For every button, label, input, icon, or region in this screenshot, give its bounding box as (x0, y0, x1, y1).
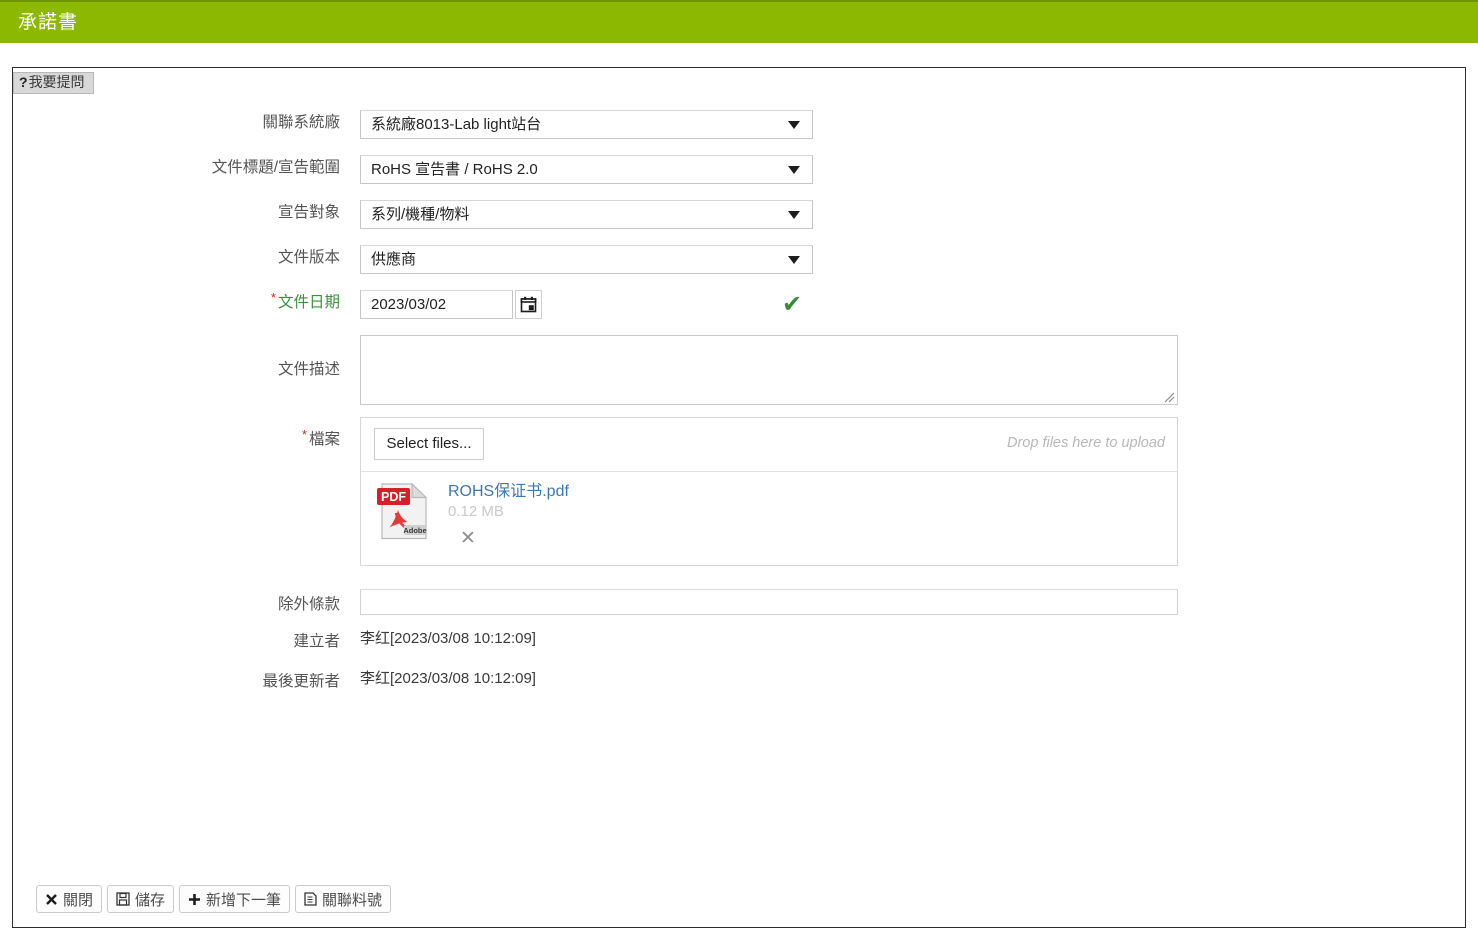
file-upload-header: Select files... Drop files here to uploa… (361, 418, 1177, 472)
page-title: 承諾書 (18, 12, 79, 33)
select-declaration-target-value: 系列/機種/物料 (371, 206, 470, 223)
form-row-related-system-factory: 關聯系統廠 系統廠8013-Lab light站台 (0, 110, 1454, 155)
drop-files-hint: Drop files here to upload (1007, 435, 1165, 451)
document-date-input[interactable]: 2023/03/02 (360, 290, 513, 319)
file-upload-area[interactable]: Select files... Drop files here to uploa… (360, 417, 1178, 566)
resize-grip-icon[interactable] (1163, 391, 1175, 403)
list-item: PDF Adobe ROHS保证书.pdf 0.12 MB ✕ (374, 480, 569, 548)
form-row-file-upload: * 檔案 Select files... Drop files here to u… (0, 417, 1454, 589)
label-declaration-target: 宣告對象 (277, 204, 340, 221)
form-row-document-title-scope: 文件標題/宣告範圍 RoHS 宣告書 / RoHS 2.0 (0, 155, 1454, 200)
add-next-button-label: 新增下一筆 (206, 891, 282, 909)
required-marker: * (301, 427, 307, 442)
svg-text:Adobe: Adobe (403, 526, 426, 535)
chevron-down-icon (788, 255, 800, 264)
label-document-date: * 文件日期 (0, 290, 360, 312)
select-files-button[interactable]: Select files... (374, 428, 484, 460)
file-size-text: 0.12 MB (448, 503, 504, 520)
label-related-system-factory: 關聯系統廠 (262, 114, 340, 131)
chevron-down-icon (788, 120, 800, 129)
select-document-title-scope[interactable]: RoHS 宣告書 / RoHS 2.0 (360, 155, 813, 184)
date-valid-check-icon: ✔ (782, 290, 803, 318)
select-document-title-scope-value: RoHS 宣告書 / RoHS 2.0 (371, 161, 538, 178)
file-meta: ROHS保证书.pdf 0.12 MB ✕ (448, 480, 569, 548)
close-button[interactable]: 關閉 (36, 885, 103, 913)
label-last-updated-by: 最後更新者 (262, 673, 340, 690)
label-document-title-scope: 文件標題/宣告範圍 (211, 159, 340, 176)
ask-question-tab[interactable]: ? 我要提問 (13, 72, 94, 94)
pdf-file-icon: PDF Adobe (377, 482, 428, 540)
label-file-text: 檔案 (308, 431, 340, 448)
close-x-icon (45, 893, 58, 906)
question-mark-icon: ? (19, 74, 28, 90)
required-marker: * (270, 290, 276, 305)
svg-text:PDF: PDF (381, 490, 406, 504)
form-row-created-by: 建立者 李红[2023/03/08 10:12:09] (0, 629, 1454, 669)
calendar-icon (520, 296, 537, 313)
app-title-bar: 承諾書 (0, 0, 1478, 43)
label-document-version: 文件版本 (277, 249, 340, 266)
chevron-down-icon (788, 165, 800, 174)
last-updated-by-value: 李红[2023/03/08 10:12:09] (360, 670, 536, 687)
form-row-exclusion-clause: 除外條款 (0, 589, 1454, 629)
document-description-textarea[interactable] (360, 335, 1178, 405)
select-document-version-value: 供應商 (371, 251, 417, 268)
form-row-last-updated-by: 最後更新者 李红[2023/03/08 10:12:09] (0, 669, 1454, 709)
select-related-system-factory[interactable]: 系統廠8013-Lab light站台 (360, 110, 813, 139)
form-row-document-version: 文件版本 供應商 (0, 245, 1454, 290)
label-exclusion-clause: 除外條款 (277, 596, 340, 613)
calendar-icon-button[interactable] (515, 290, 542, 319)
label-created-by: 建立者 (293, 633, 340, 650)
file-name-link[interactable]: ROHS保证书.pdf (448, 482, 569, 501)
chevron-down-icon (788, 210, 800, 219)
plus-icon (188, 893, 201, 906)
file-upload-list: PDF Adobe ROHS保证书.pdf 0.12 MB ✕ (361, 472, 1177, 565)
select-document-version[interactable]: 供應商 (360, 245, 813, 274)
document-date-control: 2023/03/02 ✔ (360, 290, 802, 319)
created-by-value: 李红[2023/03/08 10:12:09] (360, 630, 536, 647)
form-row-declaration-target: 宣告對象 系列/機種/物料 (0, 200, 1454, 245)
label-document-date-text: 文件日期 (277, 294, 340, 311)
document-icon (304, 892, 317, 906)
label-document-description: 文件描述 (277, 361, 340, 378)
label-file: * 檔案 (0, 417, 360, 449)
save-button[interactable]: 儲存 (107, 885, 175, 913)
related-part-number-button-label: 關聯料號 (322, 891, 383, 909)
select-declaration-target[interactable]: 系列/機種/物料 (360, 200, 813, 229)
add-next-button[interactable]: 新增下一筆 (179, 885, 291, 913)
form-action-toolbar: 關閉 儲存 新增下一筆 關聯料號 (36, 885, 392, 913)
close-button-label: 關閉 (63, 891, 94, 909)
save-floppy-icon (116, 892, 130, 906)
form-row-document-date: * 文件日期 2023/03/02 ✔ (0, 290, 1454, 335)
select-related-system-factory-value: 系統廠8013-Lab light站台 (371, 116, 542, 133)
exclusion-clause-input[interactable] (360, 589, 1178, 615)
document-form: 關聯系統廠 系統廠8013-Lab light站台 文件標題/宣告範圍 RoHS… (0, 110, 1454, 709)
ask-question-tab-label: 我要提問 (28, 74, 85, 90)
remove-file-close-icon[interactable]: ✕ (460, 529, 569, 548)
related-part-number-button[interactable]: 關聯料號 (295, 885, 392, 913)
form-row-document-description: 文件描述 (0, 335, 1454, 417)
save-button-label: 儲存 (135, 891, 166, 909)
